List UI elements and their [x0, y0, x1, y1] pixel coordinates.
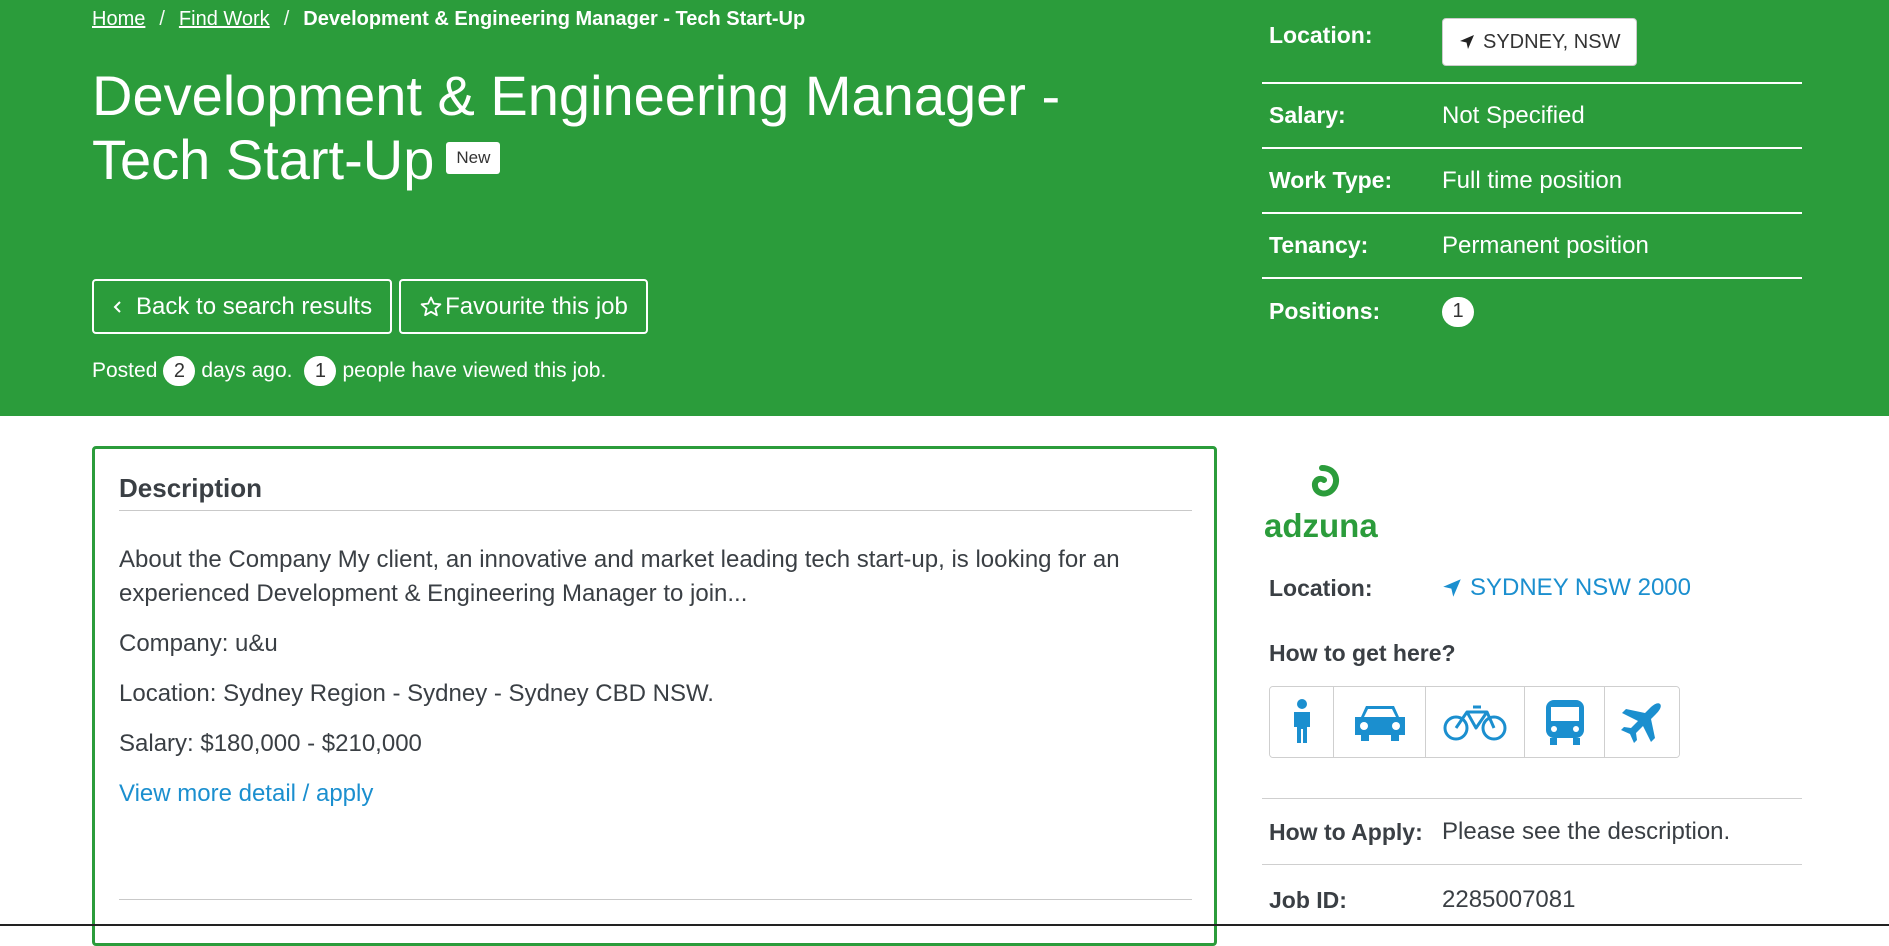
location-arrow-icon [1460, 35, 1474, 49]
summary-row-work-type: Work Type: Full time position [1262, 149, 1802, 214]
side-location-label: Location: [1269, 574, 1373, 601]
views-count-badge: 1 [304, 356, 337, 386]
summary-work-type-value: Full time position [1442, 166, 1623, 194]
star-icon [419, 295, 443, 319]
breadcrumb-separator: / [159, 8, 165, 30]
side-row-location: Location: SYDNEY NSW 2000 [1262, 574, 1802, 602]
description-heading: Description [119, 473, 263, 503]
transport-options [1269, 686, 1680, 758]
side-row-job-id: Job ID: 2285007081 [1262, 880, 1802, 920]
positions-count-badge: 1 [1442, 296, 1474, 327]
plane-button[interactable] [1605, 687, 1679, 757]
location-button[interactable]: SYDNEY, NSW [1442, 18, 1638, 66]
posted-info: Posted 2 days ago. 1 people have viewed … [92, 356, 606, 386]
summary-positions-label: Positions: [1269, 298, 1381, 324]
divider [119, 510, 1192, 511]
walk-button[interactable] [1270, 687, 1334, 757]
views-suffix: people have viewed this job. [342, 359, 607, 382]
summary-row-positions: Positions: 1 [1262, 279, 1802, 344]
adzuna-logo: adzuna [1264, 465, 1378, 542]
posted-days-suffix: days ago. [201, 359, 293, 382]
posted-prefix: Posted [92, 359, 158, 382]
how-to-apply-value: Please see the description. [1442, 818, 1731, 845]
new-badge: New [446, 142, 501, 175]
job-title-text: Development & Engineering Manager - Tech… [92, 64, 1061, 191]
bicycle-icon [1443, 705, 1507, 741]
chevron-left-icon [112, 299, 124, 315]
divider [119, 899, 1192, 900]
job-id-value: 2285007081 [1442, 886, 1576, 913]
description-card: Description About the Company My client,… [92, 446, 1217, 946]
summary-row-tenancy: Tenancy: Permanent position [1262, 214, 1802, 279]
breadcrumb-current: Development & Engineering Manager - Tech… [303, 8, 806, 30]
job-header: Home / Find Work / Development & Enginee… [0, 0, 1889, 416]
how-to-apply-label: How to Apply: [1269, 818, 1423, 845]
favourite-job-button[interactable]: Favourite this job [399, 279, 648, 334]
breadcrumb-home-link[interactable]: Home [92, 8, 145, 31]
summary-tenancy-value: Permanent position [1442, 231, 1649, 259]
favourite-job-label: Favourite this job [445, 292, 628, 320]
summary-row-salary: Salary: Not Specified [1262, 84, 1802, 149]
description-location: Location: Sydney Region - Sydney - Sydne… [119, 680, 714, 707]
back-to-search-label: Back to search results [136, 292, 373, 320]
action-buttons: Back to search results Favourite this jo… [92, 279, 648, 334]
summary-salary-value: Not Specified [1442, 101, 1585, 129]
page-title: Development & Engineering Manager - Tech… [92, 64, 1152, 192]
bus-button[interactable] [1525, 687, 1605, 757]
walk-icon [1293, 699, 1310, 743]
description-company: Company: u&u [119, 630, 278, 657]
summary-row-location: Location: SYDNEY, NSW [1262, 12, 1802, 84]
bus-icon [1545, 700, 1584, 745]
car-button[interactable] [1334, 687, 1426, 757]
breadcrumb: Home / Find Work / Development & Enginee… [92, 8, 805, 31]
summary-work-type-label: Work Type: [1269, 167, 1393, 193]
svg-text:adzuna: adzuna [1264, 507, 1378, 542]
how-to-get-here-heading: How to get here? [1269, 640, 1456, 666]
back-to-search-button[interactable]: Back to search results [92, 279, 393, 334]
description-body: About the Company My client, an innovati… [119, 543, 1179, 827]
side-location-link[interactable]: SYDNEY NSW 2000 [1442, 574, 1691, 602]
divider [1262, 798, 1802, 799]
divider [1262, 864, 1802, 865]
description-salary: Salary: $180,000 - $210,000 [119, 730, 422, 757]
posted-days-badge: 2 [163, 356, 196, 386]
summary-tenancy-label: Tenancy: [1269, 232, 1369, 258]
summary-salary-label: Salary: [1269, 102, 1346, 128]
car-icon [1354, 706, 1405, 741]
summary-location-label: Location: [1269, 22, 1373, 48]
bicycle-button[interactable] [1426, 687, 1525, 757]
side-location-value: SYDNEY NSW 2000 [1470, 574, 1691, 601]
side-row-how-to-apply: How to Apply: Please see the description… [1262, 812, 1802, 852]
location-button-label: SYDNEY, NSW [1483, 30, 1621, 53]
job-summary-table: Location: SYDNEY, NSW Salary: Not Specif… [1262, 12, 1802, 344]
view-more-apply-link[interactable]: View more detail / apply [119, 780, 373, 807]
job-id-label: Job ID: [1269, 886, 1347, 913]
location-arrow-icon [1443, 579, 1461, 597]
breadcrumb-separator: / [283, 8, 290, 30]
plane-icon [1621, 703, 1661, 743]
breadcrumb-find-work-link[interactable]: Find Work [179, 8, 270, 31]
description-paragraph: About the Company My client, an innovati… [119, 546, 1120, 607]
